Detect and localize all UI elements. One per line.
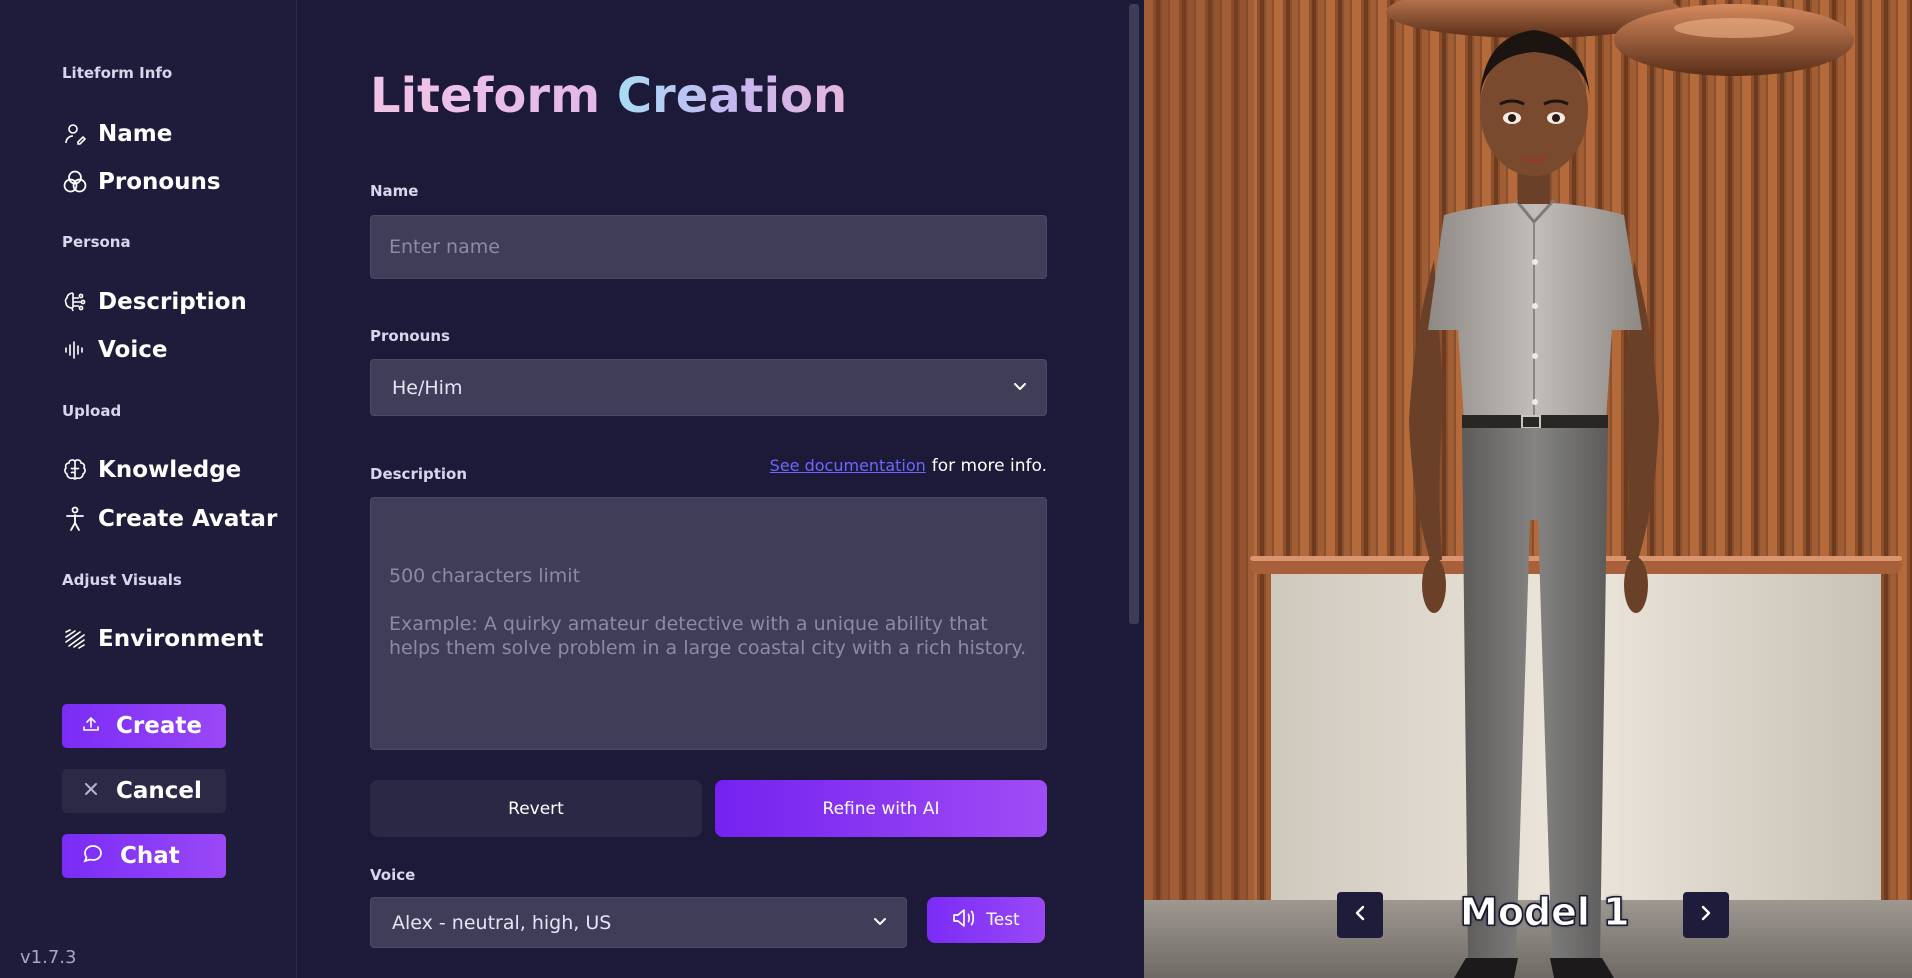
- sidebar-item-environment[interactable]: Environment: [62, 621, 263, 657]
- previous-model-button[interactable]: [1337, 892, 1383, 938]
- see-documentation-link[interactable]: See documentation: [770, 456, 926, 475]
- chat-button[interactable]: Chat: [62, 834, 226, 878]
- version-label: v1.7.3: [20, 947, 77, 968]
- sidebar-item-label: Knowledge: [98, 457, 242, 483]
- page-title-part1: Liteform: [370, 68, 601, 124]
- documentation-hint-suffix: for more info.: [931, 456, 1047, 476]
- pronouns-select[interactable]: He/Him: [370, 359, 1047, 416]
- sidebar-item-create-avatar[interactable]: Create Avatar: [62, 501, 277, 537]
- section-label-liteform-info: Liteform Info: [62, 64, 173, 82]
- section-label-adjust-visuals: Adjust Visuals: [62, 571, 182, 589]
- person-standing-icon: [62, 506, 88, 532]
- sidebar-item-label: Pronouns: [98, 169, 221, 195]
- avatar-scene-image: [1144, 0, 1912, 978]
- brain-icon: [62, 457, 88, 483]
- voice-label: Voice: [370, 866, 416, 884]
- audio-waveform-icon: [62, 337, 88, 363]
- avatar-preview: [1144, 0, 1912, 978]
- revert-button[interactable]: Revert: [370, 780, 702, 837]
- pattern-icon: [62, 626, 88, 652]
- sidebar-item-label: Description: [98, 289, 247, 315]
- section-label-persona: Persona: [62, 233, 131, 251]
- voice-selected-value: Alex - neutral, high, US: [392, 911, 612, 934]
- close-icon: [82, 780, 100, 802]
- sidebar-item-label: Create Avatar: [98, 506, 278, 532]
- test-button-label: Test: [986, 910, 1020, 930]
- refine-with-ai-button[interactable]: Refine with AI: [715, 780, 1047, 837]
- page-title-part2: Creation: [616, 68, 848, 124]
- brain-circuit-icon: [62, 289, 88, 315]
- user-edit-icon: [62, 121, 88, 147]
- sidebar-item-label: Environment: [98, 626, 264, 652]
- description-textarea[interactable]: [370, 497, 1047, 750]
- sidebar-item-label: Voice: [98, 337, 168, 363]
- upload-icon: [82, 715, 100, 737]
- sidebar-item-name[interactable]: Name: [62, 116, 172, 152]
- chevron-down-icon: [872, 913, 888, 933]
- circles-icon: [62, 169, 88, 195]
- pronouns-selected-value: He/Him: [392, 376, 463, 399]
- sidebar-item-description[interactable]: Description: [62, 284, 247, 320]
- sidebar: Liteform Info Name Pronouns Persona Desc…: [0, 0, 297, 978]
- cancel-button[interactable]: Cancel: [62, 769, 226, 813]
- voice-select[interactable]: Alex - neutral, high, US: [370, 897, 907, 948]
- sidebar-item-knowledge[interactable]: Knowledge: [62, 452, 241, 488]
- chat-button-label: Chat: [120, 843, 180, 869]
- name-input[interactable]: [370, 215, 1047, 279]
- page-title: Liteform Creation: [370, 68, 847, 124]
- sidebar-item-voice[interactable]: Voice: [62, 332, 167, 368]
- app-root: Liteform Info Name Pronouns Persona Desc…: [0, 0, 1912, 978]
- sidebar-item-pronouns[interactable]: Pronouns: [62, 164, 221, 200]
- documentation-hint: See documentation for more info.: [770, 456, 1047, 476]
- cancel-button-label: Cancel: [116, 778, 202, 804]
- speaker-icon: [952, 908, 978, 933]
- chevron-down-icon: [1012, 378, 1028, 398]
- description-label: Description: [370, 465, 468, 483]
- section-label-upload: Upload: [62, 402, 122, 420]
- name-label: Name: [370, 182, 419, 200]
- next-model-button[interactable]: [1683, 892, 1729, 938]
- chat-bubble-icon: [82, 843, 104, 869]
- scrollbar[interactable]: [1129, 4, 1139, 624]
- create-button-label: Create: [116, 713, 202, 739]
- chevron-right-icon: [1698, 904, 1714, 926]
- create-button[interactable]: Create: [62, 704, 226, 748]
- test-voice-button[interactable]: Test: [927, 897, 1045, 943]
- sidebar-item-label: Name: [98, 121, 173, 147]
- pronouns-label: Pronouns: [370, 327, 450, 345]
- model-name-label: Model 1: [1460, 890, 1631, 935]
- chevron-left-icon: [1352, 904, 1368, 926]
